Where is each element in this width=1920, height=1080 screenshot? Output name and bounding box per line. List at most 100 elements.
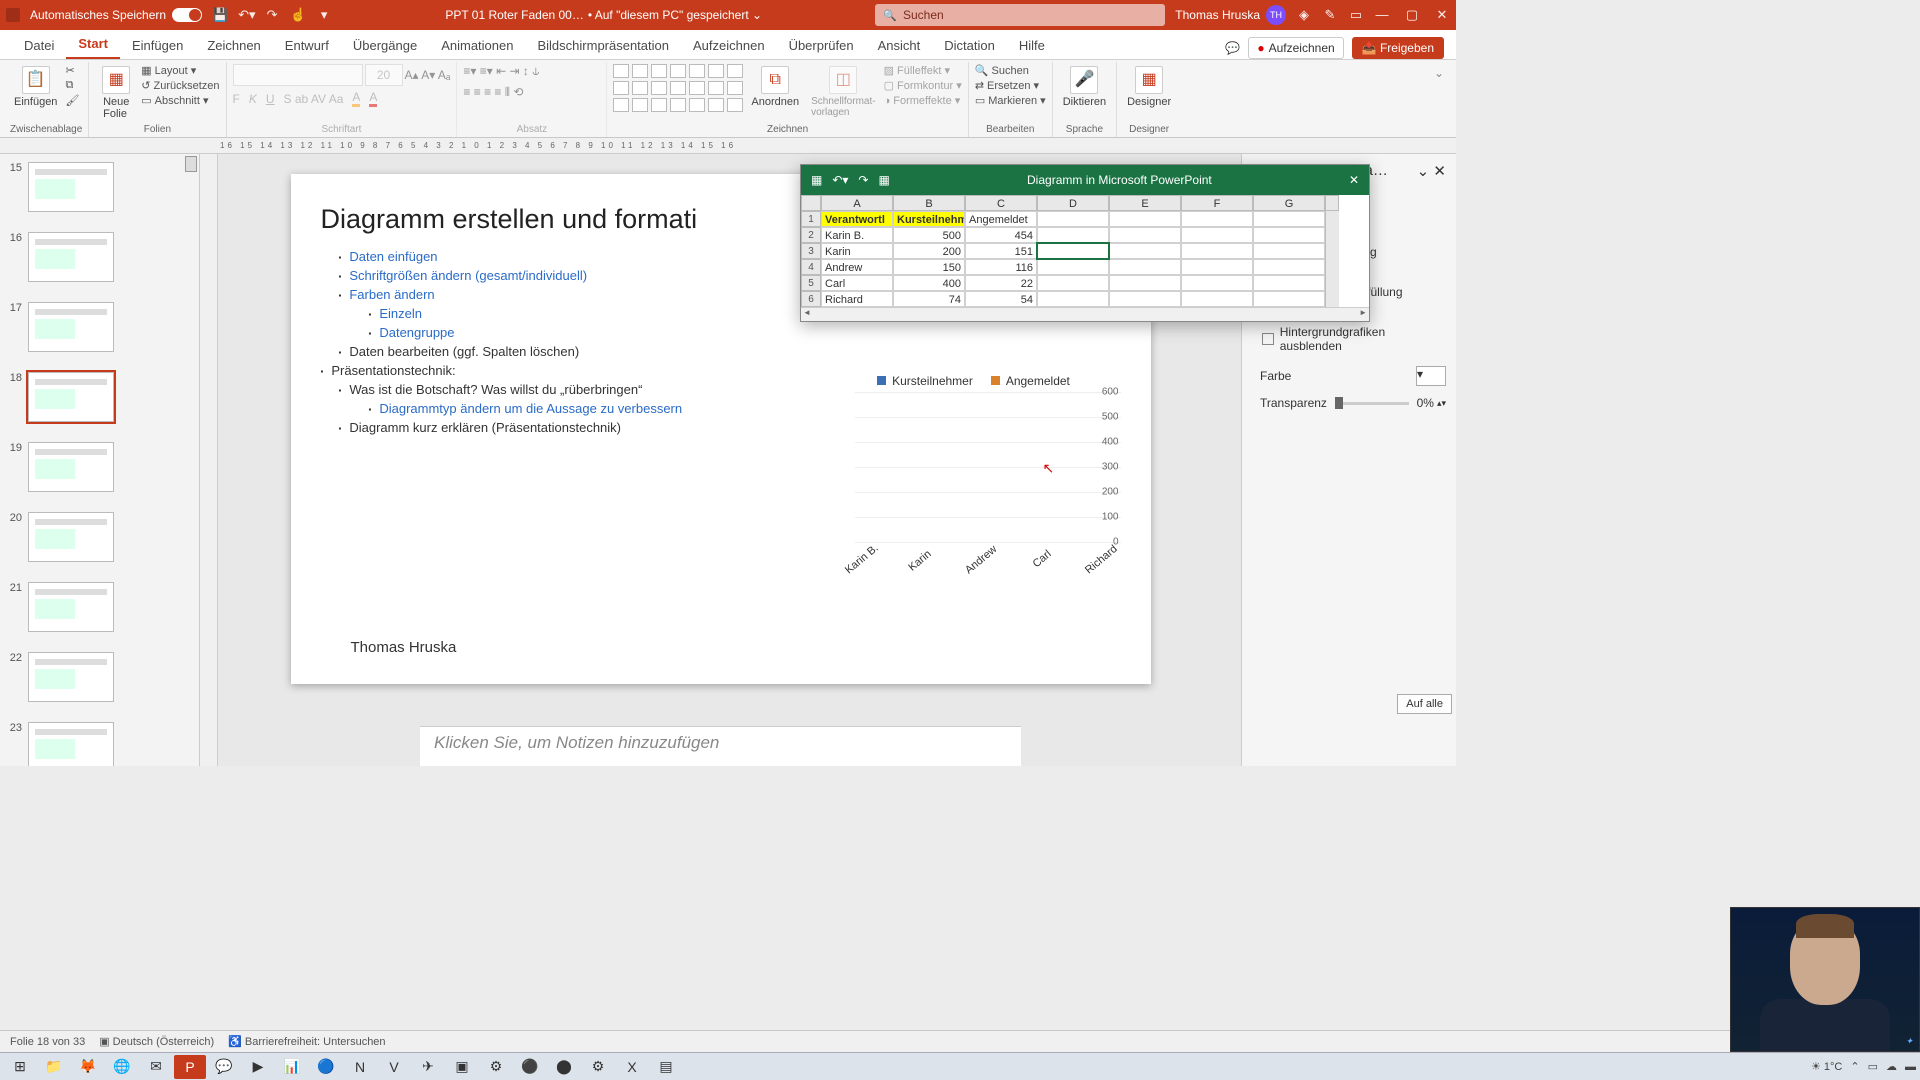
transparency-slider[interactable] (1335, 402, 1409, 405)
search-input[interactable]: Suchen (875, 4, 1165, 26)
notes-pane[interactable]: Klicken Sie, um Notizen hinzuzufügen (420, 726, 1021, 766)
replace-button[interactable]: ⇄ Ersetzen ▾ (975, 79, 1046, 92)
taskbar-app-19[interactable]: ▤ (650, 1055, 682, 1079)
dictate-button[interactable]: 🎤Diktieren (1059, 64, 1110, 110)
dg-scrollbar[interactable] (801, 307, 1369, 321)
bar-chart[interactable]: KursteilnehmerAngemeldet 010020030040050… (821, 374, 1121, 594)
reset-button[interactable]: ↺ Zurücksetzen (141, 79, 219, 92)
tab-datei[interactable]: Datei (12, 32, 66, 59)
taskbar-app-0[interactable]: ⊞ (4, 1055, 36, 1079)
thumb-18[interactable]: 18 (0, 372, 195, 422)
thumb-21[interactable]: 21 (0, 582, 195, 632)
taskbar-app-18[interactable]: X (616, 1055, 648, 1079)
thumb-17[interactable]: 17 (0, 302, 195, 352)
find-button[interactable]: 🔍 Suchen (975, 64, 1046, 77)
select-button[interactable]: ▭ Markieren ▾ (975, 94, 1046, 107)
font-select[interactable] (233, 64, 363, 86)
new-slide-button[interactable]: ▦Neue Folie (95, 64, 137, 122)
windows-taskbar[interactable]: ⊞📁🦊🌐✉P💬▶📊🔵NV✈▣⚙⚫⬤⚙X▤ ☀ 1°C ⌃ ▭ ☁ ▬ (0, 1052, 1920, 1080)
undo-icon[interactable]: ↶▾ (238, 7, 254, 23)
close-icon[interactable]: ✕ (1434, 7, 1450, 23)
opt-hidebg[interactable]: Hintergrundgrafiken ausblenden (1252, 322, 1446, 356)
tray-chevron-icon[interactable]: ⌃ (1850, 1060, 1859, 1073)
designer-button[interactable]: ▦Designer (1123, 64, 1175, 110)
fill-button[interactable]: ▨ Fülleffekt ▾ (884, 64, 962, 77)
taskbar-app-15[interactable]: ⚫ (514, 1055, 546, 1079)
taskbar-app-4[interactable]: ✉ (140, 1055, 172, 1079)
tab-animationen[interactable]: Animationen (429, 32, 525, 59)
color-picker[interactable]: ▾ (1416, 366, 1446, 386)
copy-button[interactable]: ⧉ (65, 79, 79, 92)
arrange-button[interactable]: ⧉Anordnen (747, 64, 803, 110)
thumb-19[interactable]: 19 (0, 442, 195, 492)
fontsize-select[interactable]: 20 (365, 64, 403, 86)
tray-battery-icon[interactable]: ▭ (1868, 1060, 1878, 1073)
layout-button[interactable]: ▦ Layout ▾ (141, 64, 219, 77)
user-account[interactable]: Thomas HruskaTH (1175, 5, 1286, 25)
pen-icon[interactable]: ✎ (1322, 7, 1338, 23)
taskbar-app-7[interactable]: ▶ (242, 1055, 274, 1079)
quickstyle-button[interactable]: ◫Schnellformat- vorlagen (807, 64, 879, 120)
touch-icon[interactable]: ☝ (290, 7, 306, 23)
apply-all-button[interactable]: Auf alle (1397, 694, 1452, 714)
taskbar-app-14[interactable]: ⚙ (480, 1055, 512, 1079)
tab-aufzeichnen[interactable]: Aufzeichnen (681, 32, 777, 59)
taskbar-app-10[interactable]: N (344, 1055, 376, 1079)
save-icon[interactable]: 💾 (212, 7, 228, 23)
shape-gallery[interactable] (613, 64, 743, 112)
taskbar-app-1[interactable]: 📁 (38, 1055, 70, 1079)
autosave-toggle[interactable]: Automatisches Speichern (30, 8, 202, 22)
taskbar-app-13[interactable]: ▣ (446, 1055, 478, 1079)
minimize-icon[interactable]: — (1374, 7, 1390, 23)
thumb-16[interactable]: 16 (0, 232, 195, 282)
taskbar-app-2[interactable]: 🦊 (72, 1055, 104, 1079)
thumb-15[interactable]: 15 (0, 162, 195, 212)
share-button[interactable]: 📤 Freigeben (1352, 37, 1444, 59)
taskbar-app-9[interactable]: 🔵 (310, 1055, 342, 1079)
tray-app-icon[interactable]: ▬ (1905, 1061, 1916, 1073)
taskbar-app-6[interactable]: 💬 (208, 1055, 240, 1079)
dg-redo-icon[interactable]: ↷ (858, 173, 868, 187)
taskbar-app-17[interactable]: ⚙ (582, 1055, 614, 1079)
dg-save-icon[interactable]: ▦ (811, 173, 822, 187)
tab-start[interactable]: Start (66, 30, 120, 59)
lang-indicator[interactable]: ▣ Deutsch (Österreich) (99, 1035, 214, 1048)
tab-zeichnen[interactable]: Zeichnen (195, 32, 272, 59)
dg-undo-icon[interactable]: ↶▾ (832, 173, 848, 187)
qat-more-icon[interactable]: ▾ (316, 7, 332, 23)
section-button[interactable]: ▭ Abschnitt ▾ (141, 94, 219, 107)
tab-uebergaenge[interactable]: Übergänge (341, 32, 429, 59)
fmtpaint-button[interactable]: 🖌 (65, 94, 79, 107)
tab-ueberpruefen[interactable]: Überprüfen (777, 32, 866, 59)
tab-ansicht[interactable]: Ansicht (866, 32, 933, 59)
paste-button[interactable]: 📋Einfügen (10, 64, 61, 110)
cut-button[interactable]: ✂ (65, 64, 79, 77)
taskbar-app-3[interactable]: 🌐 (106, 1055, 138, 1079)
effects-button[interactable]: ◑ Formeffekte ▾ (884, 94, 962, 107)
tray-cloud-icon[interactable]: ☁ (1886, 1060, 1897, 1073)
data-grid[interactable]: ABCDEFG1VerantwortlKursteilnehmeAngemeld… (801, 195, 1369, 307)
accessibility-button[interactable]: ♿ Barrierefreiheit: Untersuchen (228, 1035, 385, 1048)
comments-icon[interactable]: 💬 (1225, 41, 1240, 55)
collapse-ribbon-icon[interactable]: ⌄ (1426, 62, 1452, 137)
tab-entwurf[interactable]: Entwurf (273, 32, 341, 59)
thumb-23[interactable]: 23 (0, 722, 195, 766)
tab-einfuegen[interactable]: Einfügen (120, 32, 195, 59)
fpane-close-icon[interactable]: ✕ (1433, 163, 1446, 180)
record-button[interactable]: Aufzeichnen (1248, 37, 1343, 59)
dg-close-icon[interactable]: ✕ (1339, 173, 1369, 187)
fpane-dropdown-icon[interactable]: ⌄ (1417, 163, 1430, 180)
thumb-22[interactable]: 22 (0, 652, 195, 702)
diamond-icon[interactable]: ◈ (1296, 7, 1312, 23)
taskbar-app-5[interactable]: P (174, 1055, 206, 1079)
taskbar-app-16[interactable]: ⬤ (548, 1055, 580, 1079)
dg-table-icon[interactable]: ▦ (878, 173, 889, 187)
system-tray[interactable]: ☀ 1°C ⌃ ▭ ☁ ▬ (1811, 1060, 1916, 1073)
outline-button[interactable]: ▢ Formkontur ▾ (884, 79, 962, 92)
taskbar-app-12[interactable]: ✈ (412, 1055, 444, 1079)
slide-counter[interactable]: Folie 18 von 33 (10, 1036, 85, 1048)
slide-thumbnails[interactable]: 15161718192021222324 (0, 154, 200, 766)
tab-dictation[interactable]: Dictation (932, 32, 1007, 59)
tab-praesentation[interactable]: Bildschirmpräsentation (525, 32, 681, 59)
taskbar-app-8[interactable]: 📊 (276, 1055, 308, 1079)
